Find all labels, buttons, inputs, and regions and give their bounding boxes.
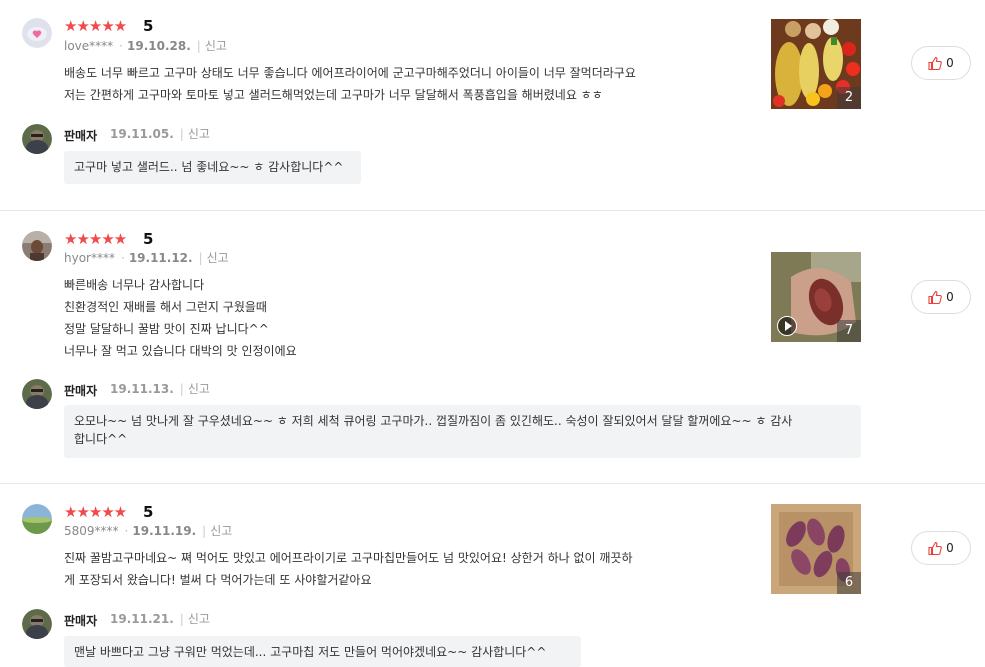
meta-divider: |: [202, 524, 207, 538]
seller-name: 판매자: [64, 384, 98, 398]
meta-divider: |: [179, 382, 184, 396]
seller-name: 판매자: [64, 129, 98, 143]
like-count: 0: [946, 56, 954, 70]
like-count: 0: [946, 290, 954, 304]
avatar-image: [22, 609, 52, 639]
rating-stars: ★★★★★: [64, 17, 127, 35]
review-text-line: 게 포장되서 왔습니다! 벌써 다 먹어가는데 또 사야할거같아요: [64, 573, 372, 587]
reviewer-avatar: [22, 18, 52, 48]
avatar-image: [22, 379, 52, 409]
reply-date: 19.11.13.: [110, 382, 174, 396]
like-button[interactable]: 0: [911, 531, 971, 565]
rating-stars: ★★★★★: [64, 230, 127, 248]
avatar-image: [22, 231, 52, 261]
seller-reply: 오모나~~ 넘 맛나게 잘 구우셨네요~~ ㅎ 저희 세척 큐어링 고구마가..…: [64, 405, 861, 458]
like-count: 0: [946, 541, 954, 555]
review-date: 19.11.12.: [128, 251, 193, 265]
seller-avatar: [22, 609, 52, 639]
seller-reply: 맨날 바쁘다고 그냥 구워만 먹었는데... 고구마칩 저도 만들어 먹어야겠네…: [64, 636, 581, 667]
play-icon[interactable]: [777, 316, 797, 336]
meta-dot: ·: [124, 524, 129, 538]
report-link[interactable]: 신고: [188, 382, 210, 396]
review-meta: 5809**** · 19.11.19. | 신고: [64, 524, 232, 538]
review-date: 19.11.19.: [132, 524, 197, 538]
review-text-line: 너무나 잘 먹고 있습니다 대박의 맛 인정이에요: [64, 344, 297, 358]
review-video[interactable]: 7: [771, 252, 861, 342]
reply-date: 19.11.05.: [110, 127, 174, 141]
reviewer-id: hyor****: [64, 251, 115, 265]
meta-divider: |: [196, 39, 201, 53]
rating-score: 5: [143, 503, 154, 521]
review-text-line: 배송도 너무 빠르고 고구마 상태도 너무 좋습니다 에어프라이어에 군고구마해…: [64, 66, 636, 80]
like-button[interactable]: 0: [911, 280, 971, 314]
thumbs-up-icon: [928, 290, 942, 304]
report-link[interactable]: 신고: [188, 612, 210, 626]
seller-meta: 19.11.05. | 신고: [110, 127, 210, 141]
avatar-image: [22, 504, 52, 534]
review-divider: [0, 210, 985, 211]
reviewer-id: love****: [64, 39, 114, 53]
reviewer-id: 5809****: [64, 524, 119, 538]
rating-score: 5: [143, 17, 154, 35]
avatar-image: [22, 18, 52, 48]
photo-count: 6: [837, 572, 861, 594]
review-text-line: 빠른배송 너무나 감사합니다: [64, 278, 205, 292]
meta-dot: ·: [119, 39, 123, 53]
review-meta: love**** · 19.10.28. | 신고: [64, 39, 227, 53]
report-link[interactable]: 신고: [210, 524, 232, 538]
review-date: 19.10.28.: [127, 39, 191, 53]
reply-date: 19.11.21.: [110, 612, 174, 626]
thumbs-up-icon: [928, 56, 942, 70]
review-text-line: 정말 달달하니 꿀밤 맛이 진짜 납니다^^: [64, 322, 269, 336]
review-photo[interactable]: 2: [771, 19, 861, 109]
seller-avatar: [22, 124, 52, 154]
report-link[interactable]: 신고: [205, 39, 227, 53]
review-text-line: 저는 간편하게 고구마와 토마토 넣고 샐러드해먹었는데 고구마가 너무 달달해…: [64, 88, 603, 102]
avatar-image: [22, 124, 52, 154]
meta-divider: |: [179, 127, 184, 141]
review-photo[interactable]: 6: [771, 504, 861, 594]
reviewer-avatar: [22, 231, 52, 261]
review-text-line: 진짜 꿀밤고구마네요~ 쪄 먹어도 맛있고 에어프라이기로 고구마칩만들어도 넘…: [64, 551, 633, 565]
report-link[interactable]: 신고: [188, 127, 210, 141]
seller-meta: 19.11.13. | 신고: [110, 382, 210, 396]
seller-avatar: [22, 379, 52, 409]
seller-name: 판매자: [64, 614, 98, 628]
photo-count: 2: [837, 87, 861, 109]
review-meta: hyor**** · 19.11.12. | 신고: [64, 251, 229, 265]
rating-score: 5: [143, 230, 154, 248]
review-text-line: 친환경적인 재배를 해서 그런지 구웠을때: [64, 300, 267, 314]
rating-stars: ★★★★★: [64, 503, 127, 521]
seller-reply-line: 합니다^^: [74, 432, 128, 446]
photo-count: 7: [837, 320, 861, 342]
seller-meta: 19.11.21. | 신고: [110, 612, 210, 626]
like-button[interactable]: 0: [911, 46, 971, 80]
review-divider: [0, 483, 985, 484]
reviewer-avatar: [22, 504, 52, 534]
meta-dot: ·: [120, 251, 125, 265]
seller-reply-line: 오모나~~ 넘 맛나게 잘 구우셨네요~~ ㅎ 저희 세척 큐어링 고구마가..…: [74, 414, 793, 428]
thumbs-up-icon: [928, 541, 942, 555]
report-link[interactable]: 신고: [207, 251, 229, 265]
meta-divider: |: [179, 612, 184, 626]
seller-reply: 고구마 넣고 샐러드.. 넘 좋네요~~ ㅎ 감사합니다^^: [64, 151, 361, 184]
meta-divider: |: [198, 251, 203, 265]
